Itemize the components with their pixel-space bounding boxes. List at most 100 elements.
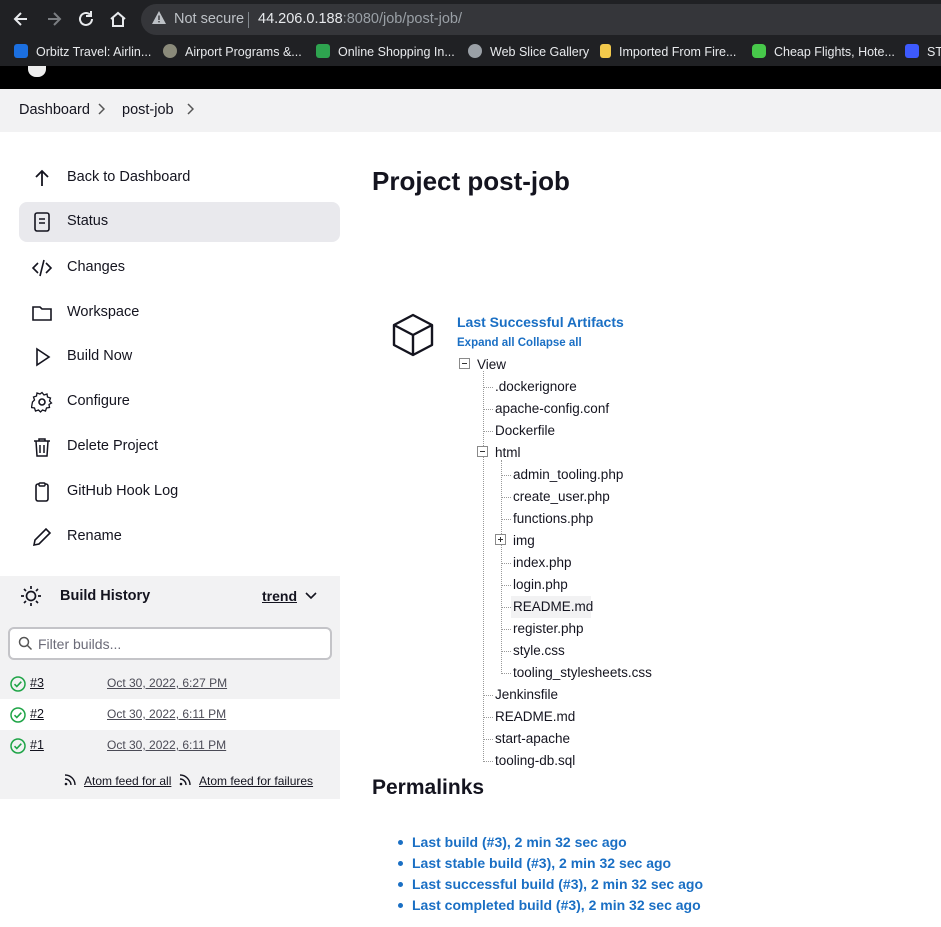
build-row[interactable]: #1 Oct 30, 2022, 6:11 PM [0,730,340,761]
tree-file[interactable]: create_user.php [513,489,610,504]
clipboard-icon [35,482,49,502]
permalink-last-stable-build[interactable]: Last stable build (#3), 2 min 32 sec ago [412,855,671,871]
url-text[interactable]: 44.206.0.188:8080/job/post-job/ [258,11,462,27]
chevron-down-icon[interactable] [305,591,317,601]
last-successful-artifacts-link[interactable]: Last Successful Artifacts [457,314,624,330]
sidebar-item-changes[interactable]: Changes [19,248,340,288]
gear-icon [31,391,53,413]
permalink-last-successful-build[interactable]: Last successful build (#3), 2 min 32 sec… [412,876,703,892]
tree-file[interactable]: apache-config.conf [495,401,609,416]
build-row[interactable]: #2 Oct 30, 2022, 6:11 PM [0,699,340,730]
tree-file[interactable]: functions.php [513,511,593,526]
sidebar-item-rename[interactable]: Rename [19,517,340,557]
trash-icon [34,438,50,457]
bullet [398,840,403,845]
tree-file[interactable]: README.md [495,709,575,724]
sidebar-item-status[interactable]: Status [19,202,340,242]
permalink-last-build[interactable]: Last build (#3), 2 min 32 sec ago [412,834,627,850]
bookmark-label: Online Shopping In... [338,45,455,59]
bookmark-item[interactable]: Orbitz Travel: Airlin... [14,44,151,59]
sidebar-item-workspace[interactable]: Workspace [19,293,340,333]
tree-root-view[interactable]: View [477,357,506,372]
sidebar-item-label: GitHub Hook Log [67,483,179,499]
tree-file[interactable]: tooling_stylesheets.css [513,665,652,680]
sidebar-item-label: Status [67,213,109,229]
tree-folder-img[interactable]: img [513,533,535,548]
home-icon[interactable] [108,9,128,29]
sidebar-item-build-now[interactable]: Build Now [19,337,340,377]
build-number[interactable]: #1 [30,738,44,752]
tree-file[interactable]: .dockerignore [495,379,577,394]
jenkins-logo[interactable] [28,66,46,77]
bookmark-item[interactable]: Imported From Fire... [600,44,736,59]
bookmark-label: Orbitz Travel: Airlin... [36,45,152,59]
forward-arrow-icon[interactable] [44,9,64,29]
atom-feed-all-link[interactable]: Atom feed for all [64,774,171,788]
tree-file[interactable]: style.css [513,643,565,658]
sidebar-item-label: Back to Dashboard [67,169,191,185]
expand-all-link[interactable]: Expand all [457,337,515,349]
reload-icon[interactable] [76,9,96,29]
address-bar[interactable]: Not secure 44.206.0.188:8080/job/post-jo… [141,4,941,35]
tree-file[interactable]: Jenkinsfile [495,687,558,702]
sidebar-item-back-to-dashboard[interactable]: Back to Dashboard [19,158,340,198]
tree-file[interactable]: admin_tooling.php [513,467,623,482]
tree-connector [502,563,511,564]
bookmarks-bar: Orbitz Travel: Airlin... Airport Program… [0,38,941,66]
expand-collapse: Expand all Collapse all [457,337,582,349]
bookmark-item[interactable]: Web Slice Gallery [468,44,589,59]
orbitz-icon [14,44,28,58]
permalink-last-completed-build[interactable]: Last completed build (#3), 2 min 32 sec … [412,897,701,913]
folder-icon [600,44,611,58]
tree-connector [484,387,493,388]
bookmark-item[interactable]: Airport Programs &... [163,44,302,59]
feed-links: Atom feed for all Atom feed for failures [0,760,340,799]
expand-toggle-icon[interactable] [495,534,506,545]
atom-feed-failures-link[interactable]: Atom feed for failures [179,774,313,788]
sidebar-item-configure[interactable]: Configure [19,382,340,422]
bookmark-label: Cheap Flights, Hote... [774,45,895,59]
bookmark-item[interactable]: Cheap Flights, Hote... [752,44,895,59]
build-history-icon [21,586,41,606]
tree-file[interactable]: login.php [513,577,568,592]
sidebar-item-label: Configure [67,393,130,409]
breadcrumb-post-job[interactable]: post-job [122,102,174,118]
sidebar-item-delete-project[interactable]: Delete Project [19,427,340,467]
build-row[interactable]: #3 Oct 30, 2022, 6:27 PM [0,668,340,699]
tree-file[interactable]: index.php [513,555,572,570]
tree-folder-html[interactable]: html [495,445,521,460]
trend-link[interactable]: trend [262,588,297,604]
collapse-toggle-icon[interactable] [459,358,470,369]
bookmark-item[interactable]: Online Shopping In... [316,44,455,59]
collapse-all-link[interactable]: Collapse all [518,337,582,349]
tree-file[interactable]: start-apache [495,731,570,746]
sidebar-item-label: Changes [67,259,126,275]
build-number[interactable]: #2 [30,707,44,721]
chevron-right-icon[interactable] [186,103,194,115]
tree-connector [502,475,511,476]
tree-file[interactable]: tooling-db.sql [495,753,575,768]
url-path: :8080/job/post-job/ [342,11,462,27]
breadcrumb-dashboard[interactable]: Dashboard [19,102,90,118]
sidebar-item-github-hook-log[interactable]: GitHub Hook Log [19,472,340,512]
atom-feed-failures-label: Atom feed for failures [199,774,314,788]
tree-connector [484,739,493,740]
build-date[interactable]: Oct 30, 2022, 6:27 PM [107,676,227,690]
tree-file[interactable]: register.php [513,621,584,636]
tree-file[interactable]: Dockerfile [495,423,555,438]
filter-builds-field[interactable] [8,627,332,660]
build-number[interactable]: #3 [30,676,44,690]
chevron-right-icon [98,103,105,115]
tree-connector [484,761,493,762]
build-history-title: Build History [60,588,151,604]
build-date[interactable]: Oct 30, 2022, 6:11 PM [107,738,226,752]
build-date[interactable]: Oct 30, 2022, 6:11 PM [107,707,226,721]
filter-builds-input[interactable] [38,634,318,654]
bookmark-item[interactable]: ST [905,44,941,59]
collapse-toggle-icon[interactable] [477,446,488,457]
build-history-header: Build History trend [0,576,340,617]
globe-icon [468,44,482,58]
sidebar-item-label: Workspace [67,304,140,320]
tree-file[interactable]: README.md [513,599,593,614]
back-arrow-icon[interactable] [11,9,31,29]
